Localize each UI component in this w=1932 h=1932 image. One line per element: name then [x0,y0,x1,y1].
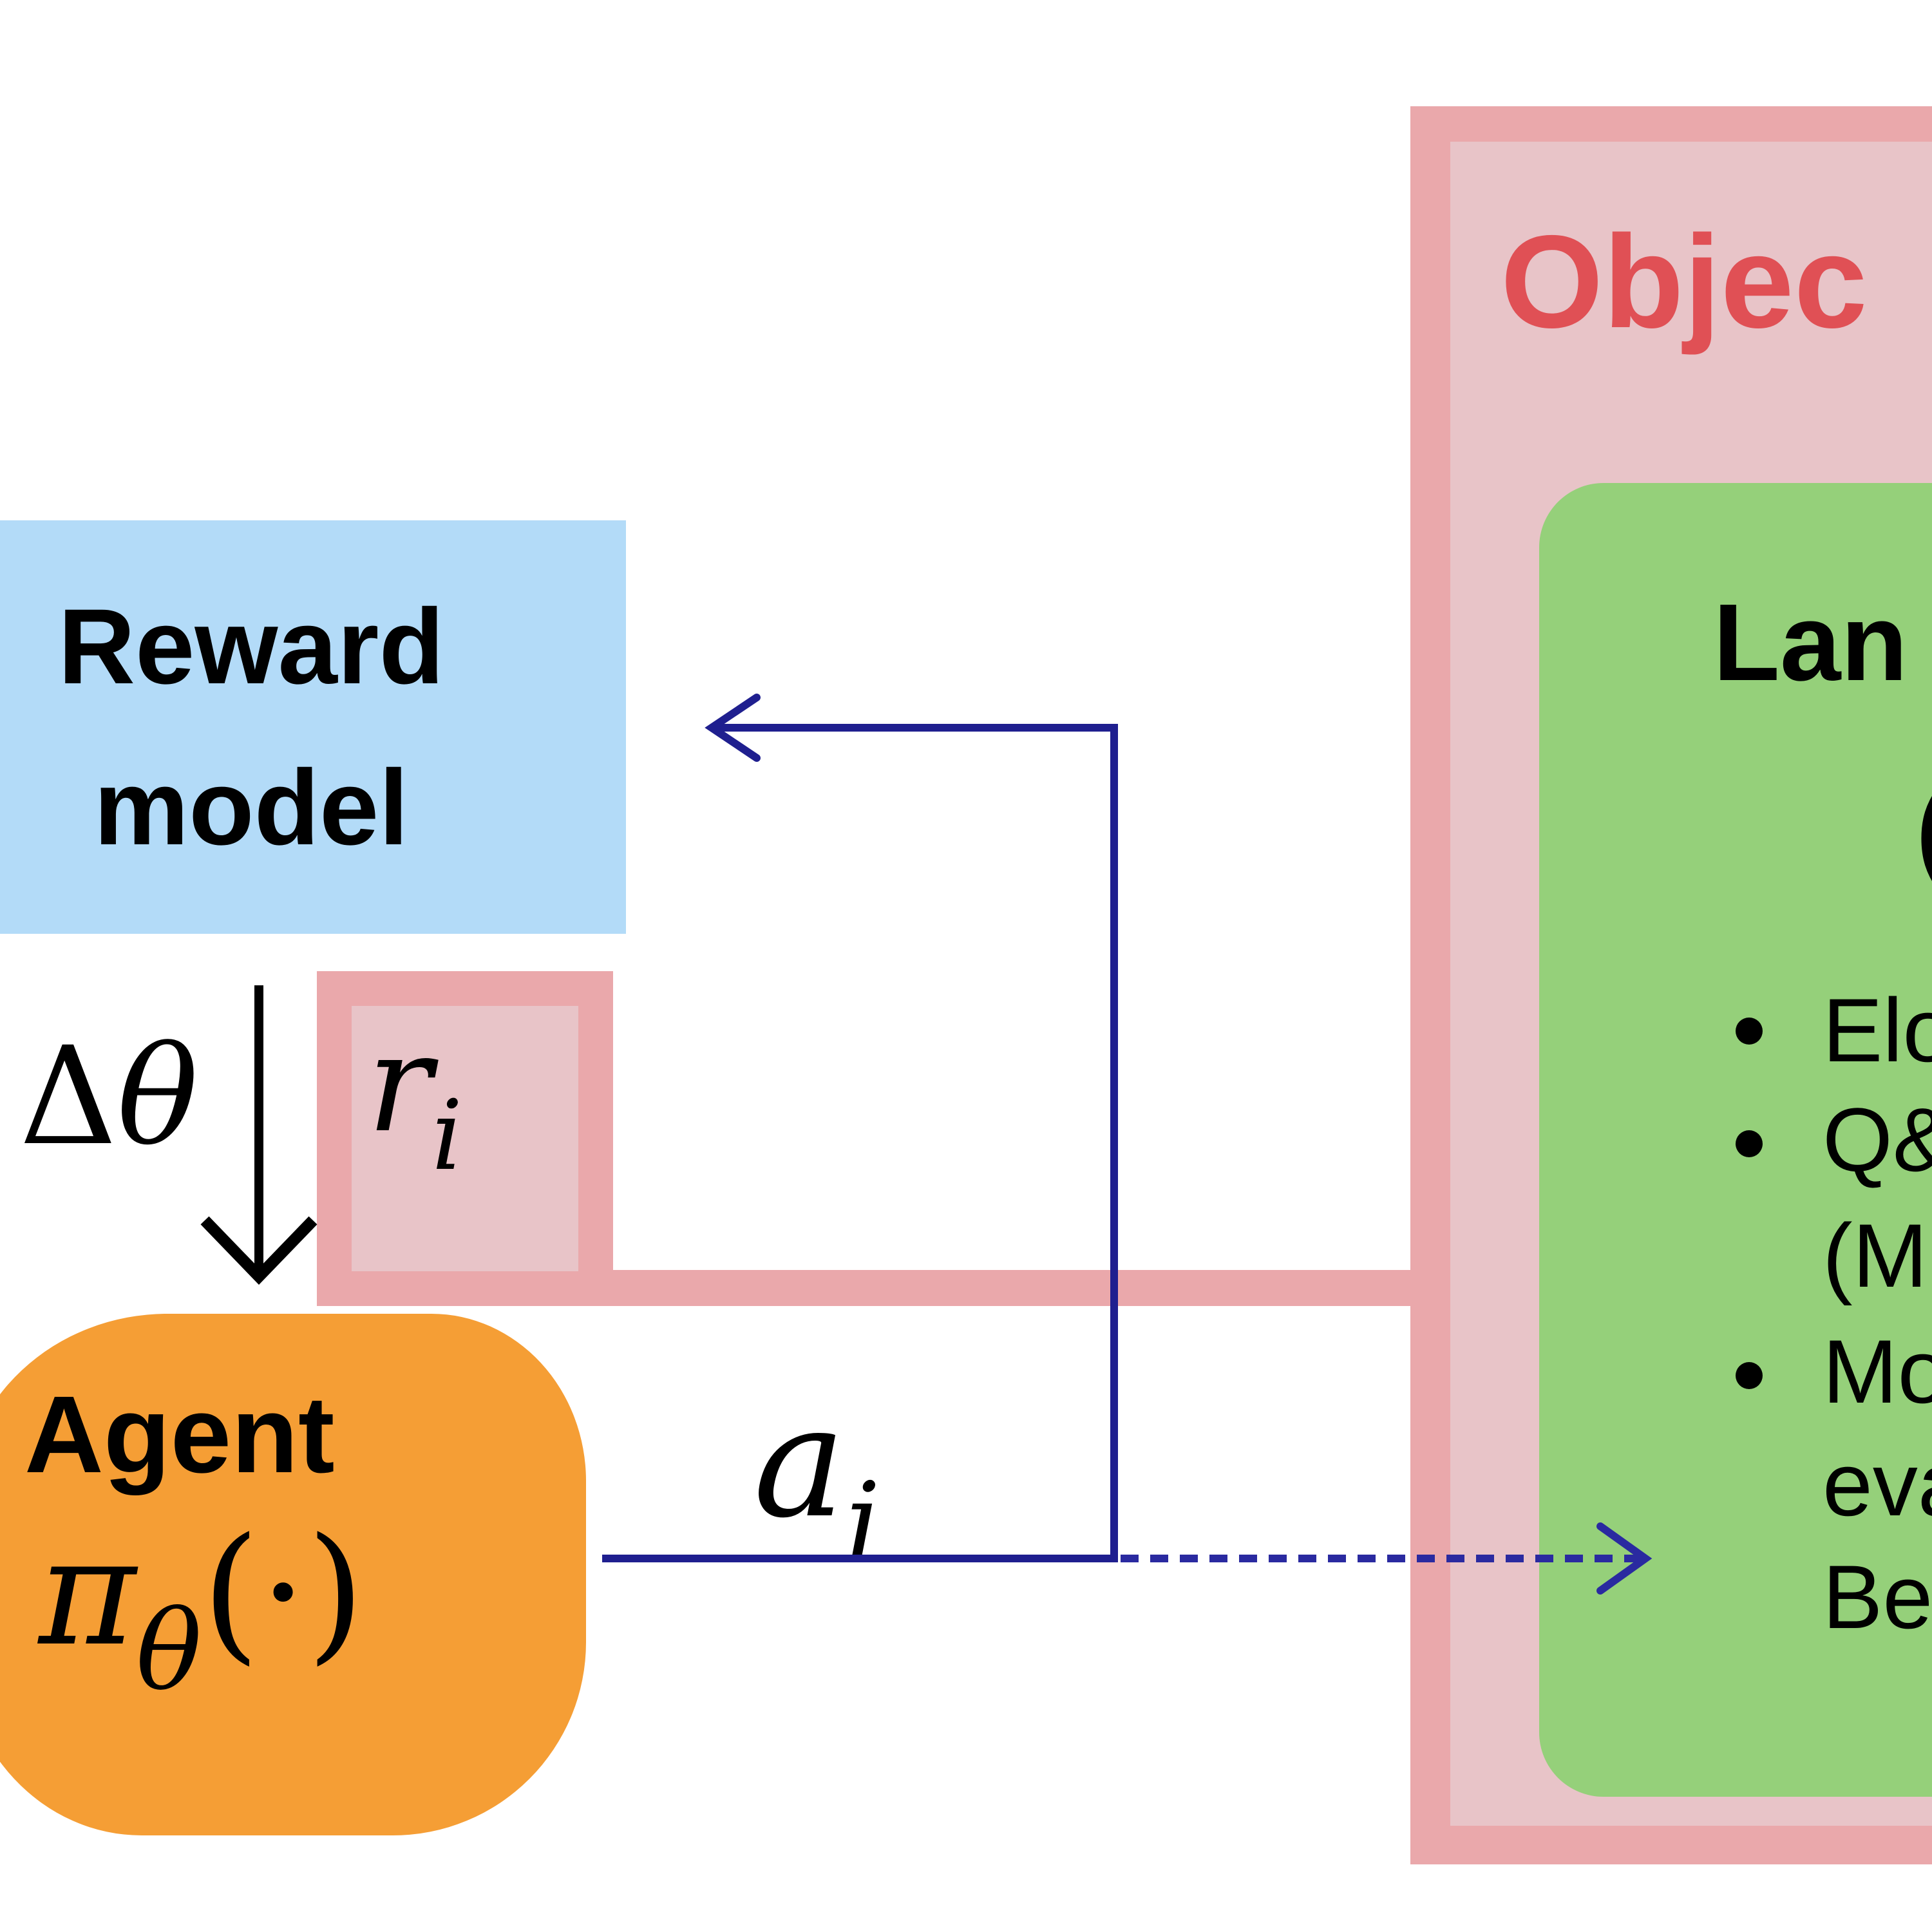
arrows-layer [200,694,1653,1595]
update-arrow [200,985,317,1285]
action-to-reward-arrow [602,694,1118,1562]
action-to-objective-arrow [1121,1522,1653,1595]
